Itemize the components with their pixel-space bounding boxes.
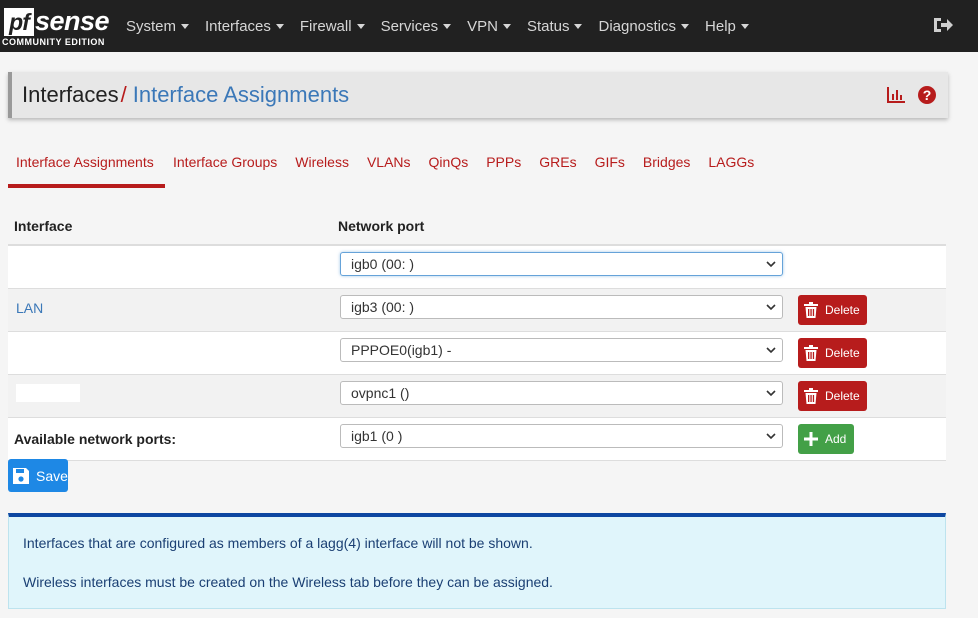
tab-interface-groups[interactable]: Interface Groups (165, 146, 287, 188)
info-panel: Interfaces that are configured as member… (8, 513, 946, 609)
tab-qinqs[interactable]: QinQs (421, 146, 479, 188)
nav-status[interactable]: Status (519, 18, 591, 35)
trash-icon (804, 345, 818, 361)
caret-down-icon (443, 24, 452, 30)
nav-diagnostics-label: Diagnostics (598, 17, 677, 35)
save-button[interactable]: Save (8, 459, 68, 492)
delete-button-label: Delete (825, 346, 860, 360)
header-icons: ? (886, 86, 936, 104)
available-ports-label: Available network ports: (14, 431, 177, 447)
logo-edition: COMMUNITY EDITION (2, 37, 105, 47)
save-button-label: Save (36, 467, 68, 484)
table-row: PPPOE0(igb1) - Delete (8, 332, 946, 375)
caret-down-icon (681, 24, 690, 30)
nav-interfaces[interactable]: Interfaces (197, 18, 292, 35)
caret-down-icon (574, 24, 583, 30)
breadcrumb-panel: Interfaces/Interface Assignments ? (8, 72, 948, 118)
logo-pf: pf (4, 8, 34, 36)
table-row: igb0 (00: ) (8, 246, 946, 289)
redacted-area (16, 255, 68, 273)
nav-system[interactable]: System (118, 18, 197, 35)
caret-down-icon (356, 24, 365, 30)
chart-icon[interactable] (886, 86, 906, 104)
available-port-value: igb1 (0 ) (351, 428, 403, 444)
delete-button[interactable]: Delete (798, 338, 867, 368)
chevron-down-icon (766, 390, 776, 397)
nav-status-label: Status (526, 17, 570, 35)
delete-button-label: Delete (825, 303, 860, 317)
chevron-down-icon (766, 347, 776, 354)
network-port-value: igb0 (00: ) (351, 256, 415, 272)
nav-help[interactable]: Help (697, 18, 757, 35)
trash-icon (804, 302, 818, 318)
nav-firewall[interactable]: Firewall (292, 18, 373, 35)
nav-interfaces-label: Interfaces (205, 17, 271, 35)
breadcrumb: Interfaces/Interface Assignments (22, 82, 349, 108)
nav-vpn-label: VPN (467, 17, 498, 35)
breadcrumb-parent[interactable]: Interfaces (22, 82, 119, 107)
nav-help-label: Help (705, 17, 736, 35)
interface-link-lan[interactable]: LAN (16, 300, 43, 316)
nav-system-label: System (126, 17, 177, 35)
chevron-down-icon (766, 261, 776, 268)
network-port-select[interactable]: igb0 (00: ) (340, 252, 783, 276)
nav-menu: System Interfaces Firewall Services VPN … (118, 0, 757, 52)
tab-bridges[interactable]: Bridges (635, 146, 700, 188)
network-port-value: igb3 (00: ) (351, 299, 415, 315)
nav-firewall-label: Firewall (299, 17, 352, 35)
svg-text:?: ? (923, 87, 932, 103)
chevron-down-icon (766, 304, 776, 311)
breadcrumb-separator: / (120, 82, 127, 107)
tab-vlans[interactable]: VLANs (359, 146, 421, 188)
caret-down-icon (181, 24, 190, 30)
navbar: pf sense COMMUNITY EDITION System Interf… (0, 0, 978, 52)
delete-button-label: Delete (825, 389, 860, 403)
redacted-area (16, 384, 80, 402)
caret-down-icon (275, 24, 284, 30)
tab-interface-assignments[interactable]: Interface Assignments (8, 146, 165, 188)
network-port-select[interactable]: PPPOE0(igb1) - (340, 338, 783, 362)
chevron-down-icon (766, 433, 776, 440)
tab-gifs[interactable]: GIFs (587, 146, 635, 188)
nav-services[interactable]: Services (373, 18, 460, 35)
delete-button[interactable]: Delete (798, 381, 867, 411)
help-icon[interactable]: ? (918, 86, 936, 104)
caret-down-icon (740, 24, 749, 30)
caret-down-icon (502, 24, 511, 30)
nav-vpn[interactable]: VPN (459, 18, 519, 35)
tab-wireless[interactable]: Wireless (287, 146, 359, 188)
nav-diagnostics[interactable]: Diagnostics (590, 18, 697, 35)
info-wireless-note: Wireless interfaces must be created on t… (23, 574, 553, 590)
pfsense-logo[interactable]: pf sense COMMUNITY EDITION (2, 6, 112, 47)
network-port-value: ovpnc1 () (351, 385, 410, 401)
delete-button[interactable]: Delete (798, 295, 867, 325)
network-port-select[interactable]: igb3 (00: ) (340, 295, 783, 319)
network-port-select[interactable]: ovpnc1 () (340, 381, 783, 405)
available-ports-row: Available network ports: igb1 (0 ) Add (8, 418, 946, 461)
tab-bar: Interface Assignments Interface Groups W… (8, 146, 764, 188)
info-lagg-note: Interfaces that are configured as member… (23, 535, 533, 551)
logo-sense: sense (35, 6, 110, 36)
available-port-select[interactable]: igb1 (0 ) (340, 424, 783, 448)
table-row: ovpnc1 () Delete (8, 375, 946, 418)
tab-gres[interactable]: GREs (531, 146, 586, 188)
column-header-interface: Interface (14, 218, 73, 234)
network-port-value: PPPOE0(igb1) - (351, 342, 452, 358)
trash-icon (804, 388, 818, 404)
table-row: LAN igb3 (00: ) Delete (8, 289, 946, 332)
redacted-area (16, 340, 112, 358)
column-header-network-port: Network port (338, 218, 425, 234)
breadcrumb-current[interactable]: Interface Assignments (133, 82, 349, 107)
add-button-label: Add (825, 432, 847, 446)
plus-icon (804, 432, 818, 446)
logout-icon[interactable] (932, 14, 954, 36)
nav-services-label: Services (380, 17, 439, 35)
tab-laggs[interactable]: LAGGs (700, 146, 764, 188)
add-button[interactable]: Add (798, 424, 854, 454)
tab-ppps[interactable]: PPPs (478, 146, 531, 188)
save-icon (13, 467, 29, 484)
